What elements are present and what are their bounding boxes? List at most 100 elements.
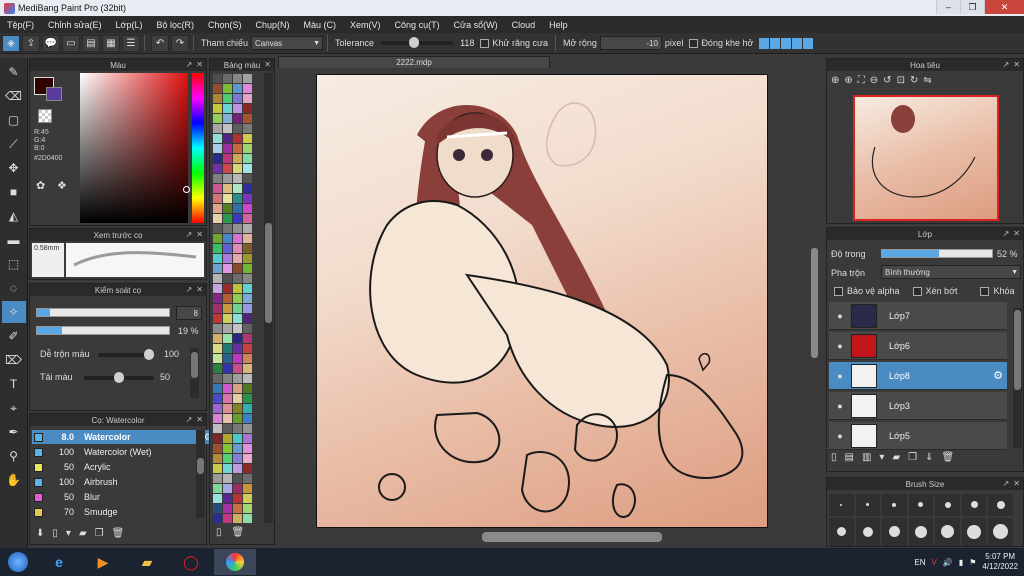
palette-swatch[interactable] (233, 494, 242, 503)
close-gap-level[interactable] (759, 37, 814, 49)
palette-swatch[interactable] (233, 154, 242, 163)
popout-icon[interactable]: ↗ (186, 415, 193, 424)
saturation-value-picker[interactable] (80, 73, 190, 223)
palette-swatch[interactable] (243, 464, 252, 473)
palette-swatch[interactable] (233, 104, 242, 113)
close-icon[interactable]: ✕ (196, 230, 203, 239)
scrollbar-thumb[interactable] (265, 223, 272, 323)
palette-swatch[interactable] (243, 474, 252, 483)
menu-select[interactable]: Chọn(S) (201, 20, 249, 30)
palette-swatch[interactable] (213, 124, 222, 133)
palette-swatch[interactable] (223, 244, 232, 253)
palette-swatch[interactable] (233, 94, 242, 103)
popout-icon[interactable]: ↗ (1003, 229, 1010, 238)
palette-swatch[interactable] (243, 404, 252, 413)
brush-item-smudge[interactable]: 70 Smudge (32, 505, 218, 519)
palette-swatch[interactable] (223, 454, 232, 463)
menu-tools[interactable]: Công cụ(T) (388, 20, 447, 30)
palette-swatch[interactable] (233, 354, 242, 363)
palette-swatch[interactable] (223, 184, 232, 193)
expand-input[interactable]: -10 (599, 36, 662, 50)
redo-icon[interactable]: ↷ (171, 34, 189, 52)
palette-swatch[interactable] (233, 404, 242, 413)
palette-swatch[interactable] (223, 344, 232, 353)
fit-icon[interactable]: ⛶ (858, 75, 865, 86)
canvas-horizontal-scrollbar[interactable] (482, 532, 662, 542)
palette-swatch[interactable] (213, 454, 222, 463)
page-icon[interactable]: ▤ (82, 34, 100, 52)
palette-swatch[interactable] (213, 144, 222, 153)
palette-swatch[interactable] (213, 154, 222, 163)
palette-swatch[interactable] (223, 464, 232, 473)
select-icon[interactable]: ⬚ (2, 253, 26, 275)
palette-swatch[interactable] (223, 194, 232, 203)
brush-size-slider[interactable] (36, 308, 170, 317)
lasso-icon[interactable]: ◌ (2, 277, 26, 299)
palette-swatch[interactable] (213, 84, 222, 93)
color-blend-slider[interactable] (98, 349, 154, 360)
palette-swatch[interactable] (233, 444, 242, 453)
line-icon[interactable]: ⟋ (2, 133, 26, 155)
palette-swatch[interactable] (213, 234, 222, 243)
palette-swatch[interactable] (233, 84, 242, 93)
divide-icon[interactable]: ⌖ (2, 397, 26, 419)
palette-swatch[interactable] (243, 244, 252, 253)
reference-select[interactable]: Canvas ▼ (251, 36, 324, 50)
antivirus-icon[interactable]: V (932, 558, 937, 567)
select-pen-icon[interactable]: ✐ (2, 325, 26, 347)
palette-swatch[interactable] (213, 364, 222, 373)
protect-alpha-checkbox[interactable] (834, 286, 843, 296)
menu-color[interactable]: Màu (C) (297, 20, 344, 30)
palette-swatch[interactable] (213, 224, 222, 233)
secondary-color-swatch[interactable] (46, 87, 62, 101)
palette-swatch[interactable] (243, 494, 252, 503)
bucket-icon[interactable]: ◭ (2, 205, 26, 227)
palette-swatch[interactable] (223, 384, 232, 393)
opera-icon[interactable]: ◯ (170, 549, 212, 575)
palette-swatch[interactable] (223, 134, 232, 143)
palette-swatch[interactable] (233, 124, 242, 133)
brush-size-grid[interactable] (829, 494, 1013, 546)
palette-swatch[interactable] (243, 114, 252, 123)
brush-size-option[interactable] (961, 494, 987, 516)
palette-swatch[interactable] (233, 284, 242, 293)
palette-swatch[interactable] (213, 314, 222, 323)
scrollbar-thumb[interactable] (191, 352, 198, 378)
rotate-left-icon[interactable]: ↺ (883, 75, 891, 86)
palette-swatch[interactable] (223, 214, 232, 223)
brush-size-option[interactable] (961, 517, 987, 546)
palette-swatch[interactable] (213, 264, 222, 273)
brush-list-scrollbar[interactable] (196, 430, 205, 518)
palette-swatch[interactable] (243, 164, 252, 173)
color-load-slider[interactable] (84, 372, 154, 383)
flip-icon[interactable]: ⇋ (923, 75, 931, 86)
palette-swatch[interactable] (223, 414, 232, 423)
menu-snap[interactable]: Chụp(N) (249, 20, 297, 30)
palette-swatch[interactable] (213, 174, 222, 183)
palette-swatch[interactable] (243, 364, 252, 373)
brush-item-airbrush[interactable]: 100 Airbrush (32, 475, 218, 489)
navigator-thumbnail[interactable] (853, 95, 999, 221)
brush-opacity-slider[interactable] (36, 326, 170, 335)
palette-swatch[interactable] (233, 384, 242, 393)
palette-swatch[interactable] (223, 364, 232, 373)
menu-help[interactable]: Help (542, 20, 575, 30)
palette-swatch[interactable] (233, 344, 242, 353)
palette-swatch[interactable] (213, 294, 222, 303)
palette-swatch[interactable] (213, 104, 222, 113)
palette-swatch[interactable] (243, 434, 252, 443)
palette-swatch[interactable] (223, 334, 232, 343)
palette-swatch[interactable] (213, 474, 222, 483)
palette-swatch[interactable] (233, 514, 242, 523)
palette-swatch[interactable] (223, 354, 232, 363)
palette-swatch[interactable] (233, 254, 242, 263)
palette-swatch[interactable] (243, 304, 252, 313)
palette-swatch[interactable] (233, 324, 242, 333)
palette-swatch[interactable] (223, 124, 232, 133)
palette-swatch[interactable] (223, 74, 232, 83)
palette-swatch[interactable] (223, 164, 232, 173)
popout-icon[interactable]: ↗ (186, 230, 193, 239)
palette-swatch[interactable] (243, 124, 252, 133)
palette-swatch[interactable] (213, 334, 222, 343)
brush-size-option[interactable] (855, 494, 881, 516)
